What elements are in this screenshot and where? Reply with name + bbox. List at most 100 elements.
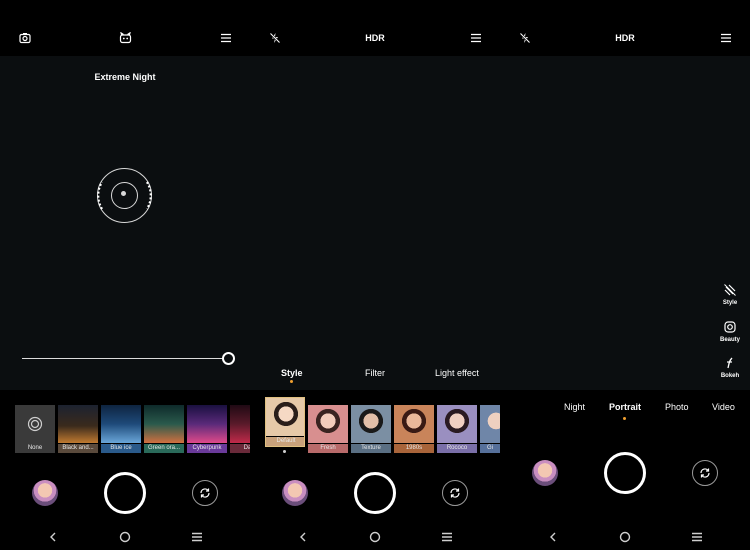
filter-thumbnail [144, 405, 184, 443]
filter-blue-ice[interactable]: Blue ice [101, 405, 141, 453]
menu-icon[interactable] [218, 30, 234, 46]
filter-label: Blue ice [101, 444, 141, 453]
gallery-thumbnail[interactable] [532, 460, 558, 486]
home-icon[interactable] [118, 530, 132, 544]
style-rococo[interactable]: Rococo [437, 405, 477, 453]
style-label: Rococo [437, 444, 477, 453]
switch-camera-icon [700, 468, 710, 478]
active-mode-indicator [623, 417, 626, 420]
back-icon[interactable] [296, 530, 310, 544]
mode-video[interactable]: Video [712, 402, 735, 412]
tab-light-effect[interactable]: Light effect [435, 368, 479, 378]
focus-point [121, 191, 126, 196]
back-icon[interactable] [46, 530, 60, 544]
home-icon[interactable] [618, 530, 632, 544]
mode-portrait[interactable]: Portrait [609, 402, 641, 412]
style-texture[interactable]: Texture [351, 405, 391, 453]
beauty-icon [723, 320, 737, 334]
aperture-icon [723, 356, 737, 370]
side-tool-beauty[interactable]: Beauty [716, 320, 744, 352]
portrait-mode-screen: HDR Night Portrait Photo Video [500, 0, 750, 550]
style-thumbnail [437, 405, 477, 443]
tab-filter[interactable]: Filter [365, 368, 385, 378]
switch-camera-icon [450, 488, 460, 498]
tab-style[interactable]: Style [281, 368, 303, 378]
system-nav-bar [500, 527, 750, 547]
filter-green-orange[interactable]: Green ora... [144, 405, 184, 453]
filter-label: Dark [230, 444, 250, 453]
filter-none[interactable]: None [15, 405, 55, 453]
flash-off-icon[interactable] [267, 30, 283, 46]
gallery-thumbnail[interactable] [32, 480, 58, 506]
filter-label: Black and... [58, 444, 98, 453]
top-toolbar [0, 0, 250, 56]
filter-none-icon [15, 405, 55, 443]
top-toolbar: HDR [250, 0, 500, 56]
night-mode-icon[interactable] [117, 30, 133, 46]
side-tool-label: Style [722, 300, 738, 306]
night-mode-screen: Extreme Night None Black and... Blue ice… [0, 0, 250, 550]
top-toolbar: HDR [500, 0, 750, 56]
camera-settings-icon[interactable] [17, 30, 33, 46]
active-tab-indicator [290, 380, 293, 383]
hdr-toggle[interactable]: HDR [360, 30, 390, 46]
system-nav-bar [250, 527, 500, 547]
viewfinder[interactable] [500, 56, 750, 390]
style-thumbnail [394, 405, 434, 443]
filter-label: Cyberpunk [187, 444, 227, 453]
shutter-button[interactable] [604, 452, 646, 494]
gallery-thumbnail[interactable] [282, 480, 308, 506]
shutter-button[interactable] [354, 472, 396, 514]
style-label: Fresh [308, 444, 348, 453]
switch-camera-button[interactable] [442, 480, 468, 506]
mode-photo[interactable]: Photo [665, 402, 689, 412]
filter-black-and[interactable]: Black and... [58, 405, 98, 453]
recents-icon[interactable] [690, 530, 704, 544]
style-thumbnail [480, 405, 500, 443]
filter-thumbnail [101, 405, 141, 443]
filter-label: Green ora... [144, 444, 184, 453]
filter-thumbnail [58, 405, 98, 443]
style-default[interactable]: Default [265, 397, 305, 447]
viewfinder[interactable] [250, 56, 500, 390]
hdr-toggle[interactable]: HDR [610, 30, 640, 46]
style-label: Default [266, 437, 304, 446]
style-label: 1980s [394, 444, 434, 453]
selected-indicator [283, 450, 286, 453]
back-icon[interactable] [546, 530, 560, 544]
home-icon[interactable] [368, 530, 382, 544]
menu-icon[interactable] [718, 30, 734, 46]
flash-off-icon[interactable] [517, 30, 533, 46]
side-tool-bokeh[interactable]: Bokeh [716, 356, 744, 388]
filter-label: None [27, 445, 43, 451]
recents-icon[interactable] [190, 530, 204, 544]
switch-camera-button[interactable] [692, 460, 718, 486]
mode-night[interactable]: Night [564, 402, 585, 412]
style-thumbnail [266, 398, 304, 436]
style-1980s[interactable]: 1980s [394, 405, 434, 453]
switch-camera-button[interactable] [192, 480, 218, 506]
style-gi[interactable]: Gi [480, 405, 500, 453]
switch-camera-icon [200, 488, 210, 498]
side-tool-style[interactable]: Style [716, 283, 744, 315]
menu-icon[interactable] [468, 30, 484, 46]
style-fresh[interactable]: Fresh [308, 405, 348, 453]
style-label: Gi [480, 444, 500, 453]
style-label: Texture [351, 444, 391, 453]
mode-title: Extreme Night [94, 72, 156, 82]
side-tool-label: Beauty [719, 337, 740, 343]
side-tool-label: Bokeh [720, 373, 740, 379]
recents-icon[interactable] [440, 530, 454, 544]
exposure-slider-track[interactable] [22, 358, 222, 359]
style-icon [723, 283, 737, 297]
filter-thumbnail [230, 405, 250, 443]
filter-cyberpunk[interactable]: Cyberpunk [187, 405, 227, 453]
shutter-button[interactable] [104, 472, 146, 514]
portrait-style-screen: HDR Style Filter Light effect Default Fr… [250, 0, 500, 550]
filter-thumbnail [187, 405, 227, 443]
system-nav-bar [0, 527, 250, 547]
exposure-slider-thumb[interactable] [222, 352, 235, 365]
filter-dark[interactable]: Dark [230, 405, 250, 453]
style-thumbnail [308, 405, 348, 443]
style-thumbnail [351, 405, 391, 443]
